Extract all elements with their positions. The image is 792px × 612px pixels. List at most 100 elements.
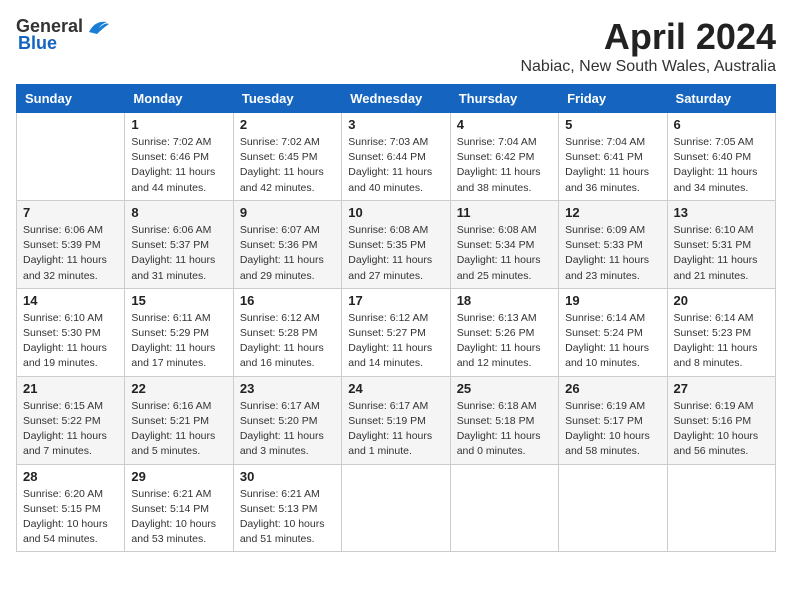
calendar-cell: 16 Sunrise: 6:12 AM Sunset: 5:28 PM Dayli… [233, 288, 341, 376]
day-number: 28 [23, 469, 118, 484]
day-info: Sunrise: 7:04 AM Sunset: 6:41 PM Dayligh… [565, 135, 660, 196]
calendar-cell: 3Sunrise: 7:03 AM Sunset: 6:44 PM Daylig… [342, 113, 450, 201]
day-info: Sunrise: 6:21 AM Sunset: 5:14 PM Dayligh… [131, 487, 226, 548]
day-number: 9 [240, 205, 335, 220]
calendar-cell: 15 Sunrise: 6:11 AM Sunset: 5:29 PM Dayli… [125, 288, 233, 376]
calendar-cell [342, 464, 450, 552]
day-info: Sunrise: 6:11 AM Sunset: 5:29 PM Dayligh… [131, 311, 226, 372]
day-info: Sunrise: 6:09 AM Sunset: 5:33 PM Dayligh… [565, 223, 660, 284]
day-number: 12 [565, 205, 660, 220]
day-number: 24 [348, 381, 443, 396]
logo: General Blue [16, 16, 109, 54]
day-info: Sunrise: 6:10 AM Sunset: 5:31 PM Dayligh… [674, 223, 769, 284]
calendar-week-row: 21 Sunrise: 6:15 AM Sunset: 5:22 PM Dayli… [17, 376, 776, 464]
calendar-cell: 26 Sunrise: 6:19 AM Sunset: 5:17 PM Dayli… [559, 376, 667, 464]
calendar-cell: 28 Sunrise: 6:20 AM Sunset: 5:15 PM Dayli… [17, 464, 125, 552]
calendar-cell: 25Sunrise: 6:18 AM Sunset: 5:18 PM Dayli… [450, 376, 558, 464]
day-number: 22 [131, 381, 226, 396]
day-number: 1 [131, 117, 226, 132]
day-number: 30 [240, 469, 335, 484]
day-number: 23 [240, 381, 335, 396]
day-number: 16 [240, 293, 335, 308]
day-number: 7 [23, 205, 118, 220]
calendar-cell: 24 Sunrise: 6:17 AM Sunset: 5:19 PM Dayli… [342, 376, 450, 464]
weekday-header: Friday [559, 85, 667, 113]
day-info: Sunrise: 6:14 AM Sunset: 5:24 PM Dayligh… [565, 311, 660, 372]
calendar-week-row: 14 Sunrise: 6:10 AM Sunset: 5:30 PM Dayli… [17, 288, 776, 376]
calendar-cell: 1Sunrise: 7:02 AM Sunset: 6:46 PM Daylig… [125, 113, 233, 201]
calendar-cell: 23 Sunrise: 6:17 AM Sunset: 5:20 PM Dayli… [233, 376, 341, 464]
calendar-cell: 13 Sunrise: 6:10 AM Sunset: 5:31 PM Dayli… [667, 200, 775, 288]
day-info: Sunrise: 6:14 AM Sunset: 5:23 PM Dayligh… [674, 311, 769, 372]
calendar-header-row: SundayMondayTuesdayWednesdayThursdayFrid… [17, 85, 776, 113]
title-area: April 2024 Nabiac, New South Wales, Aust… [520, 16, 776, 76]
day-info: Sunrise: 6:19 AM Sunset: 5:16 PM Dayligh… [674, 399, 769, 460]
calendar-cell: 2Sunrise: 7:02 AM Sunset: 6:45 PM Daylig… [233, 113, 341, 201]
calendar-cell: 5 Sunrise: 7:04 AM Sunset: 6:41 PM Daylig… [559, 113, 667, 201]
day-number: 4 [457, 117, 552, 132]
calendar-cell: 9 Sunrise: 6:07 AM Sunset: 5:36 PM Daylig… [233, 200, 341, 288]
day-info: Sunrise: 6:12 AM Sunset: 5:28 PM Dayligh… [240, 311, 335, 372]
location-title: Nabiac, New South Wales, Australia [520, 58, 776, 76]
weekday-header: Wednesday [342, 85, 450, 113]
calendar-week-row: 1Sunrise: 7:02 AM Sunset: 6:46 PM Daylig… [17, 113, 776, 201]
calendar-cell: 12 Sunrise: 6:09 AM Sunset: 5:33 PM Dayli… [559, 200, 667, 288]
day-info: Sunrise: 6:17 AM Sunset: 5:19 PM Dayligh… [348, 399, 443, 460]
day-info: Sunrise: 6:19 AM Sunset: 5:17 PM Dayligh… [565, 399, 660, 460]
calendar-cell: 17 Sunrise: 6:12 AM Sunset: 5:27 PM Dayli… [342, 288, 450, 376]
day-number: 13 [674, 205, 769, 220]
calendar-cell: 14 Sunrise: 6:10 AM Sunset: 5:30 PM Dayli… [17, 288, 125, 376]
calendar-cell: 10 Sunrise: 6:08 AM Sunset: 5:35 PM Dayli… [342, 200, 450, 288]
day-info: Sunrise: 7:04 AM Sunset: 6:42 PM Dayligh… [457, 135, 552, 196]
day-number: 18 [457, 293, 552, 308]
calendar-cell [559, 464, 667, 552]
calendar-cell: 11Sunrise: 6:08 AM Sunset: 5:34 PM Dayli… [450, 200, 558, 288]
day-number: 21 [23, 381, 118, 396]
weekday-header: Thursday [450, 85, 558, 113]
calendar-cell: 8Sunrise: 6:06 AM Sunset: 5:37 PM Daylig… [125, 200, 233, 288]
day-number: 6 [674, 117, 769, 132]
weekday-header: Tuesday [233, 85, 341, 113]
calendar-cell: 30Sunrise: 6:21 AM Sunset: 5:13 PM Dayli… [233, 464, 341, 552]
day-number: 5 [565, 117, 660, 132]
day-number: 14 [23, 293, 118, 308]
calendar-cell: 18 Sunrise: 6:13 AM Sunset: 5:26 PM Dayli… [450, 288, 558, 376]
day-number: 29 [131, 469, 226, 484]
weekday-header: Saturday [667, 85, 775, 113]
day-info: Sunrise: 6:17 AM Sunset: 5:20 PM Dayligh… [240, 399, 335, 460]
day-info: Sunrise: 6:18 AM Sunset: 5:18 PM Dayligh… [457, 399, 552, 460]
logo-bird-icon [87, 18, 109, 36]
logo-blue-text: Blue [18, 33, 57, 54]
calendar-cell: 19 Sunrise: 6:14 AM Sunset: 5:24 PM Dayli… [559, 288, 667, 376]
calendar-cell: 21 Sunrise: 6:15 AM Sunset: 5:22 PM Dayli… [17, 376, 125, 464]
day-number: 15 [131, 293, 226, 308]
day-info: Sunrise: 6:16 AM Sunset: 5:21 PM Dayligh… [131, 399, 226, 460]
day-info: Sunrise: 6:08 AM Sunset: 5:35 PM Dayligh… [348, 223, 443, 284]
day-info: Sunrise: 6:20 AM Sunset: 5:15 PM Dayligh… [23, 487, 118, 548]
calendar-table: SundayMondayTuesdayWednesdayThursdayFrid… [16, 84, 776, 552]
day-number: 27 [674, 381, 769, 396]
day-info: Sunrise: 6:12 AM Sunset: 5:27 PM Dayligh… [348, 311, 443, 372]
weekday-header: Monday [125, 85, 233, 113]
day-number: 10 [348, 205, 443, 220]
day-number: 20 [674, 293, 769, 308]
weekday-header: Sunday [17, 85, 125, 113]
day-number: 19 [565, 293, 660, 308]
day-number: 8 [131, 205, 226, 220]
day-info: Sunrise: 6:06 AM Sunset: 5:39 PM Dayligh… [23, 223, 118, 284]
calendar-cell: 20 Sunrise: 6:14 AM Sunset: 5:23 PM Dayli… [667, 288, 775, 376]
day-info: Sunrise: 7:03 AM Sunset: 6:44 PM Dayligh… [348, 135, 443, 196]
month-title: April 2024 [520, 16, 776, 58]
day-number: 26 [565, 381, 660, 396]
day-number: 17 [348, 293, 443, 308]
day-number: 2 [240, 117, 335, 132]
day-info: Sunrise: 6:13 AM Sunset: 5:26 PM Dayligh… [457, 311, 552, 372]
day-info: Sunrise: 6:07 AM Sunset: 5:36 PM Dayligh… [240, 223, 335, 284]
calendar-cell: 29 Sunrise: 6:21 AM Sunset: 5:14 PM Dayli… [125, 464, 233, 552]
calendar-cell [667, 464, 775, 552]
calendar-week-row: 28 Sunrise: 6:20 AM Sunset: 5:15 PM Dayli… [17, 464, 776, 552]
day-info: Sunrise: 6:15 AM Sunset: 5:22 PM Dayligh… [23, 399, 118, 460]
calendar-cell: 27 Sunrise: 6:19 AM Sunset: 5:16 PM Dayli… [667, 376, 775, 464]
day-number: 11 [457, 205, 552, 220]
day-info: Sunrise: 6:10 AM Sunset: 5:30 PM Dayligh… [23, 311, 118, 372]
